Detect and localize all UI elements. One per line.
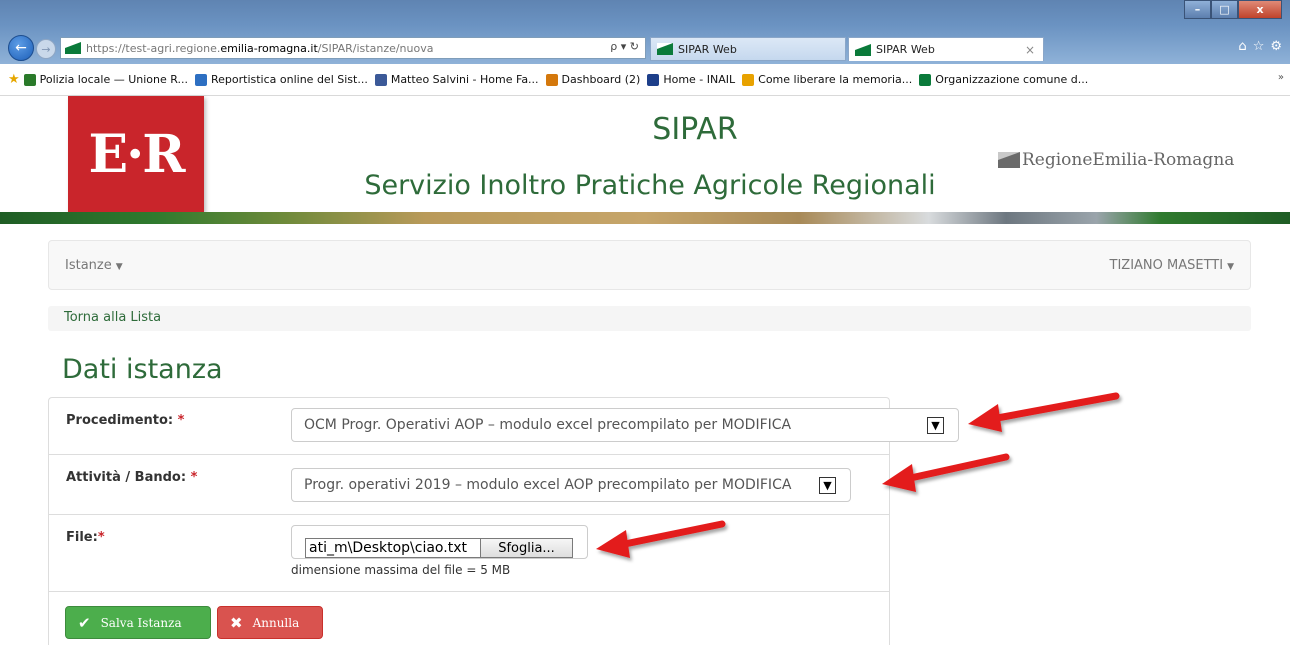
chevron-down-icon[interactable]: ▼ xyxy=(819,477,836,494)
arrow-left-icon: ← xyxy=(15,40,27,56)
bookmark-item[interactable]: Matteo Salvini - Home Fa... xyxy=(374,73,539,86)
back-button[interactable]: ← xyxy=(8,35,34,61)
address-bar[interactable]: https://test-agri.regione. emilia-romagna… xyxy=(60,37,646,59)
arrow-right-icon: → xyxy=(41,42,51,56)
browser-toolbar-icons: ⌂ ☆ ⚙ xyxy=(1238,39,1282,54)
window-controls: – □ x xyxy=(1184,0,1282,19)
bookmark-item[interactable]: Come liberare la memoria... xyxy=(742,73,912,86)
tab-sipar-web-1[interactable]: SIPAR Web xyxy=(650,37,846,61)
minimize-button[interactable]: – xyxy=(1184,0,1211,19)
favorites-star-icon[interactable]: ★ xyxy=(8,72,20,87)
caret-down-icon: ▼ xyxy=(115,262,123,272)
gear-icon[interactable]: ⚙ xyxy=(1270,39,1282,54)
bookmark-favicon-icon xyxy=(647,73,660,86)
regione-logo: RegioneEmilia-Romagna xyxy=(998,150,1234,170)
file-upload-control: ati_m\Desktop\ciao.txt Sfoglia... xyxy=(291,525,588,559)
tab-favicon-icon xyxy=(657,43,673,55)
file-label: File:* xyxy=(66,530,105,545)
forward-button[interactable]: → xyxy=(36,39,56,59)
cancel-button-label: Annulla xyxy=(252,615,300,630)
maximize-button[interactable]: □ xyxy=(1211,0,1238,19)
bookmark-label: Home - INAIL xyxy=(663,73,736,86)
form-row-attivita: Attività / Bando: * Progr. operativi 201… xyxy=(49,455,889,515)
site-title: SIPAR xyxy=(652,112,738,147)
url-prefix: https://test-agri.regione. xyxy=(86,41,221,55)
url-host: emilia-romagna.it xyxy=(220,41,318,55)
form-row-file: File:* ati_m\Desktop\ciao.txt Sfoglia...… xyxy=(49,515,889,592)
star-icon[interactable]: ☆ xyxy=(1253,39,1265,54)
bookmark-item[interactable]: Reportistica online del Sist... xyxy=(194,73,368,86)
bookmark-item[interactable]: Dashboard (2) xyxy=(545,73,641,86)
tab-sipar-web-2[interactable]: SIPAR Web × xyxy=(848,37,1044,61)
bookmark-item[interactable]: Organizzazione comune d... xyxy=(919,73,1088,86)
tab-label: SIPAR Web xyxy=(876,43,935,56)
bookmark-label: Polizia locale — Unione R... xyxy=(39,73,188,86)
bookmarks-overflow-icon[interactable]: » xyxy=(1278,72,1284,83)
attivita-value: Progr. operativi 2019 – modulo excel AOP… xyxy=(304,477,792,493)
save-button[interactable]: ✔ Salva Istanza xyxy=(65,606,211,639)
bookmark-favicon-icon xyxy=(374,73,387,86)
cancel-button[interactable]: ✖ Annulla xyxy=(217,606,323,639)
er-logo: E·R xyxy=(68,96,204,212)
menu-istanze[interactable]: Istanze ▼ xyxy=(65,258,123,273)
bookmark-favicon-icon xyxy=(23,73,36,86)
user-menu[interactable]: TIZIANO MASETTI ▼ xyxy=(1110,258,1234,273)
bookmark-item[interactable]: Polizia locale — Unione R... xyxy=(23,73,188,86)
attivita-select[interactable]: Progr. operativi 2019 – modulo excel AOP… xyxy=(291,468,851,502)
main-navbar: Istanze ▼ TIZIANO MASETTI ▼ xyxy=(48,240,1251,290)
bookmark-label: Come liberare la memoria... xyxy=(758,73,913,86)
tab-close-icon[interactable]: × xyxy=(1025,43,1035,57)
site-favicon-icon xyxy=(65,42,81,54)
arrow-attivita-icon xyxy=(882,453,1010,492)
procedimento-label: Procedimento: * xyxy=(66,413,185,428)
form-row-procedimento: Procedimento: * OCM Progr. Operativi AOP… xyxy=(49,398,959,455)
banner-image-strip xyxy=(0,212,1290,224)
bookmark-favicon-icon xyxy=(194,73,207,86)
bookmark-label: Reportistica online del Sist... xyxy=(210,73,368,86)
home-icon[interactable]: ⌂ xyxy=(1238,39,1246,54)
caret-down-icon: ▼ xyxy=(1227,262,1234,272)
site-banner: E·R SIPAR Servizio Inoltro Pratiche Agri… xyxy=(0,96,1290,228)
bookmark-label: Dashboard (2) xyxy=(561,73,641,86)
procedimento-value: OCM Progr. Operativi AOP – modulo excel … xyxy=(304,417,792,433)
close-icon: ✖ xyxy=(230,613,243,632)
bookmark-label: Matteo Salvini - Home Fa... xyxy=(390,73,539,86)
form-panel: Procedimento: * OCM Progr. Operativi AOP… xyxy=(48,397,959,645)
back-to-list-link[interactable]: Torna alla Lista xyxy=(64,310,161,325)
close-window-button[interactable]: x xyxy=(1238,0,1282,19)
attivita-label: Attività / Bando: * xyxy=(66,470,198,485)
menu-istanze-label: Istanze xyxy=(65,258,112,273)
breadcrumb: Torna alla Lista xyxy=(48,306,1251,331)
search-refresh-icon[interactable]: ρ ▾ ↻ xyxy=(610,40,639,53)
regione-flag-icon xyxy=(998,152,1020,168)
regione-logo-text: RegioneEmilia-Romagna xyxy=(1022,150,1235,170)
bookmark-favicon-icon xyxy=(545,73,558,86)
check-icon: ✔ xyxy=(78,613,91,632)
file-size-hint: dimensione massima del file = 5 MB xyxy=(291,563,511,577)
bookmarks-bar: ★ Polizia locale — Unione R... Reportist… xyxy=(0,64,1290,96)
browse-button[interactable]: Sfoglia... xyxy=(480,538,573,558)
bookmark-label: Organizzazione comune d... xyxy=(935,73,1089,86)
bookmark-favicon-icon xyxy=(919,73,932,86)
procedimento-select[interactable]: OCM Progr. Operativi AOP – modulo excel … xyxy=(291,408,959,442)
user-name: TIZIANO MASETTI xyxy=(1109,258,1224,273)
chevron-down-icon[interactable]: ▼ xyxy=(927,417,944,434)
tab-label: SIPAR Web xyxy=(678,42,737,56)
url-path: /SIPAR/istanze/nuova xyxy=(317,41,434,55)
browser-titlebar: – □ x ← → https://test-agri.regione. emil… xyxy=(0,0,1290,64)
browser-navigation: ← → https://test-agri.regione. emilia-rom… xyxy=(0,35,1290,63)
save-button-label: Salva Istanza xyxy=(100,615,182,630)
tab-favicon-icon xyxy=(855,43,871,56)
page-title: Dati istanza xyxy=(62,354,223,385)
bookmark-favicon-icon xyxy=(742,73,755,86)
file-path-input[interactable]: ati_m\Desktop\ciao.txt xyxy=(305,538,481,558)
site-subtitle: Servizio Inoltro Pratiche Agricole Regio… xyxy=(364,170,936,201)
bookmark-item[interactable]: Home - INAIL xyxy=(647,73,735,86)
arrow-procedimento-icon xyxy=(968,392,1120,432)
